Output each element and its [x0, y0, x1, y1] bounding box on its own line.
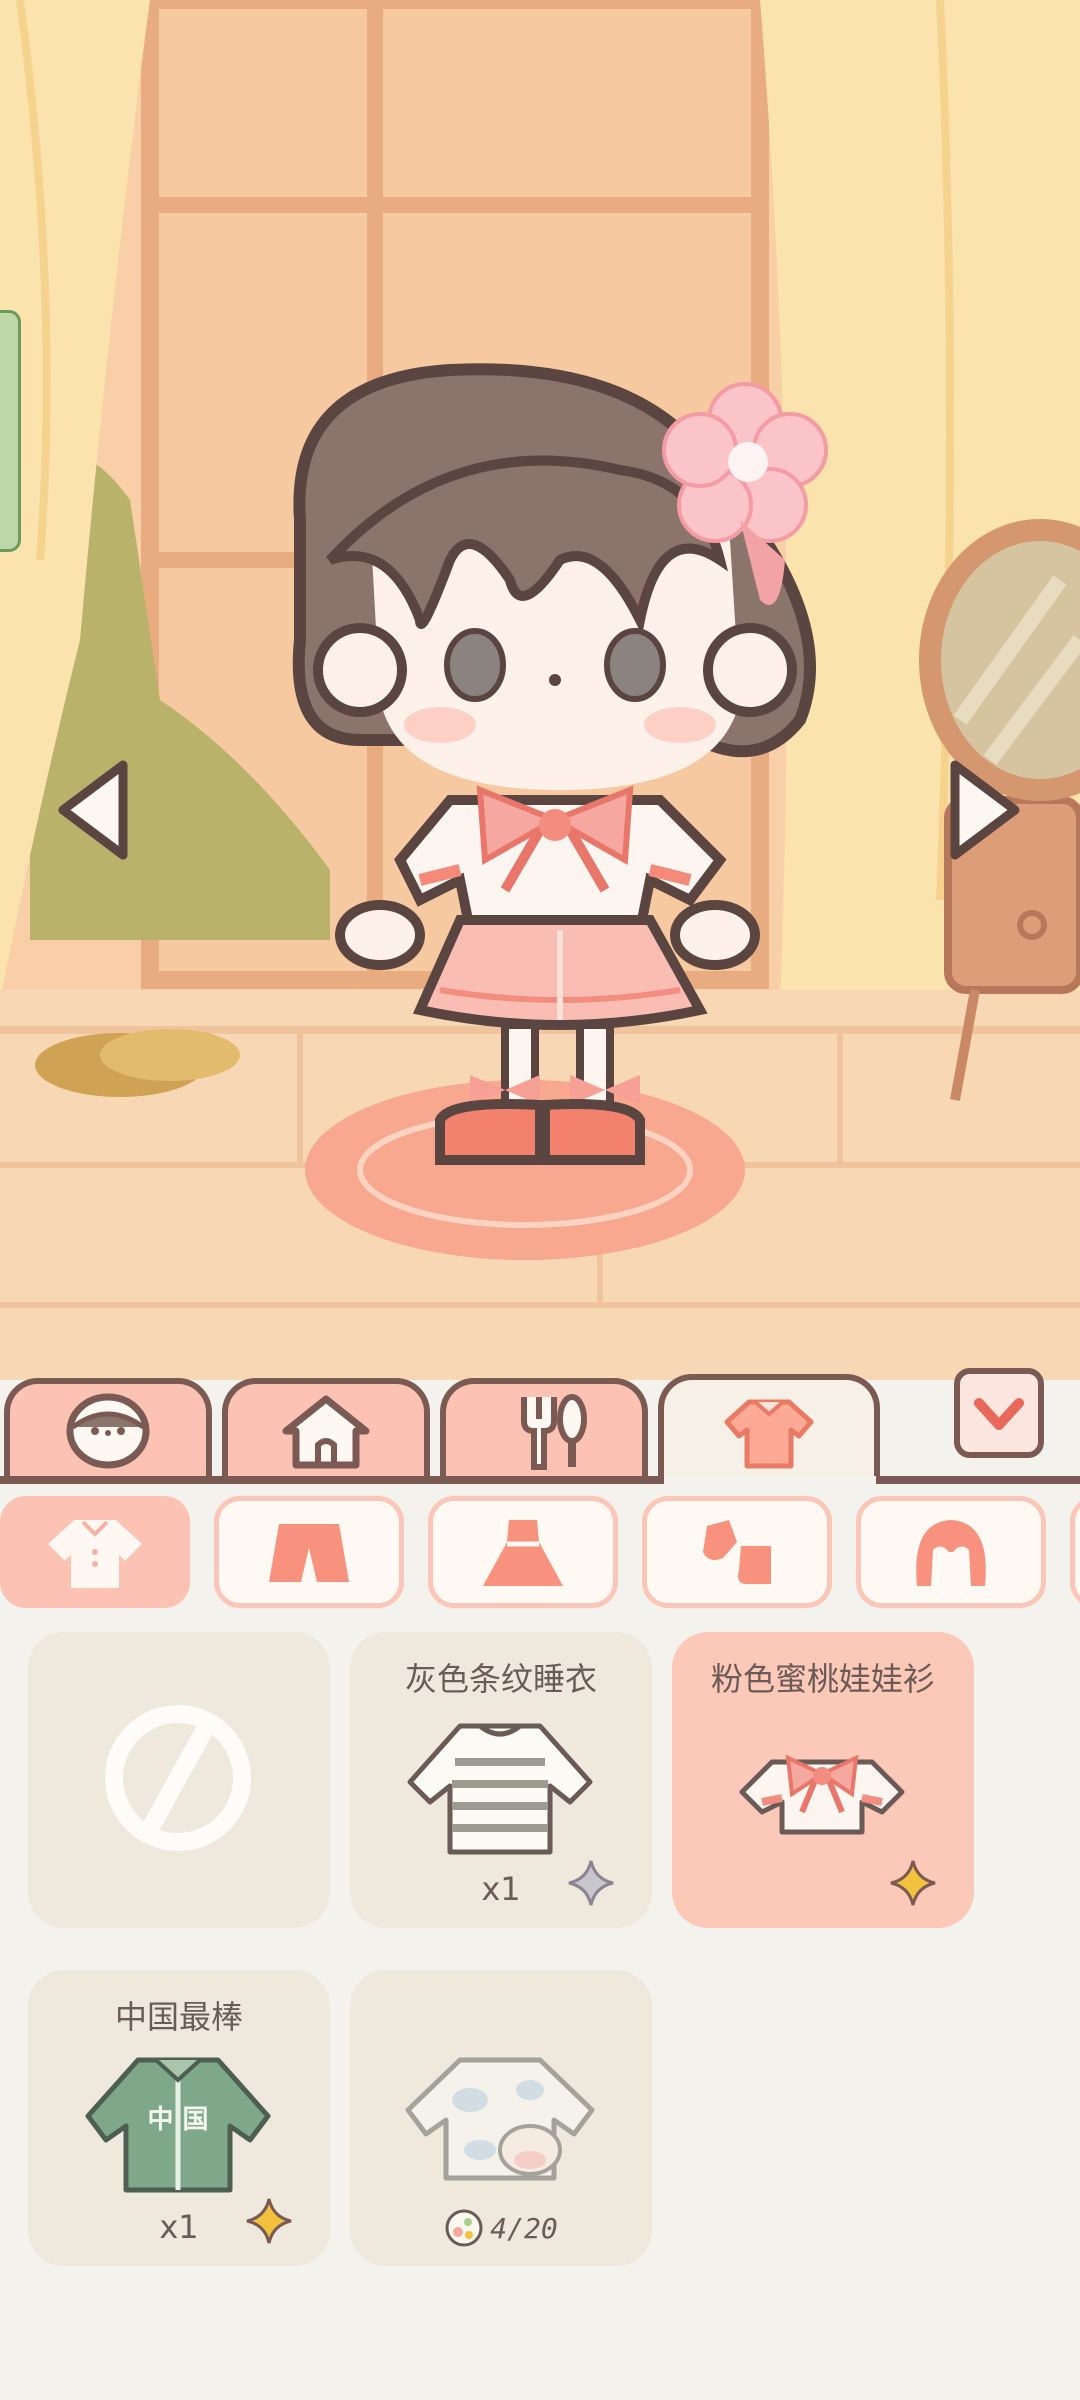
tab-home[interactable] — [222, 1378, 430, 1478]
subtab-socks[interactable] — [642, 1496, 832, 1608]
none-icon — [105, 1705, 251, 1851]
category-tab-bar — [0, 1370, 1080, 1484]
subtab-more[interactable] — [1070, 1496, 1080, 1608]
item-name: 中国最棒 — [114, 1998, 243, 2036]
subtab-hair[interactable] — [856, 1496, 1046, 1608]
tab-face[interactable] — [4, 1378, 212, 1478]
top-icon — [48, 1520, 142, 1588]
tab-food[interactable] — [440, 1378, 648, 1478]
item-card-striped-pajamas[interactable]: 灰色条纹睡衣 x1 — [350, 1632, 652, 1928]
dress-icon — [483, 1520, 563, 1586]
face-icon — [66, 1393, 150, 1469]
egg-icon — [445, 2209, 483, 2247]
item-name: 粉色蜜桃娃娃衫 — [710, 1660, 935, 1698]
sparkle-icon — [568, 1860, 614, 1906]
socks-icon — [703, 1520, 771, 1584]
subtab-tops[interactable] — [0, 1496, 190, 1608]
room-illustration — [0, 0, 1080, 1380]
subtab-bottoms[interactable] — [214, 1496, 404, 1608]
subcategory-tab-bar — [0, 1496, 1080, 1614]
sparkle-icon — [246, 2198, 292, 2244]
side-panel-handle[interactable] — [0, 310, 21, 552]
shorts-icon — [269, 1524, 349, 1582]
progress-count: 4/20 — [490, 2211, 558, 2245]
fork-spoon-icon — [521, 1394, 587, 1470]
chevron-down-icon — [974, 1398, 1024, 1430]
shirt-icon — [724, 1399, 814, 1469]
item-card-china-best[interactable]: 中国最棒 中 国 x1 — [28, 1970, 330, 2266]
unlock-progress: 4/20 — [350, 2208, 652, 2248]
active-tab-gap — [664, 1476, 876, 1484]
tab-clothes[interactable] — [658, 1374, 880, 1484]
arrow-right-icon — [950, 760, 1020, 860]
arrow-left-icon — [58, 760, 128, 860]
jacket-print-text: 中 国 — [147, 2105, 208, 2135]
cow-pajama-icon — [405, 2057, 595, 2181]
item-card-pink-peach-blouse[interactable]: 粉色蜜桃娃娃衫 — [672, 1632, 974, 1928]
collapse-panel-button[interactable] — [954, 1368, 1044, 1458]
hair-icon — [916, 1520, 986, 1586]
next-arrow-button[interactable] — [940, 750, 1030, 870]
house-icon — [282, 1395, 370, 1469]
item-card-none[interactable] — [28, 1632, 330, 1928]
item-name: 灰色条纹睡衣 — [404, 1660, 597, 1698]
sparkle-icon — [890, 1860, 936, 1906]
striped-sweater-icon — [407, 1723, 593, 1855]
item-card-cow-pajamas[interactable]: 4/20 — [350, 1970, 652, 2266]
green-jacket-icon: 中 国 — [85, 2057, 271, 2193]
pink-blouse-icon — [739, 1754, 905, 1835]
tab-divider — [0, 1476, 1080, 1484]
subtab-dresses[interactable] — [428, 1496, 618, 1608]
room-scene — [0, 0, 1080, 1380]
previous-arrow-button[interactable] — [48, 750, 138, 870]
